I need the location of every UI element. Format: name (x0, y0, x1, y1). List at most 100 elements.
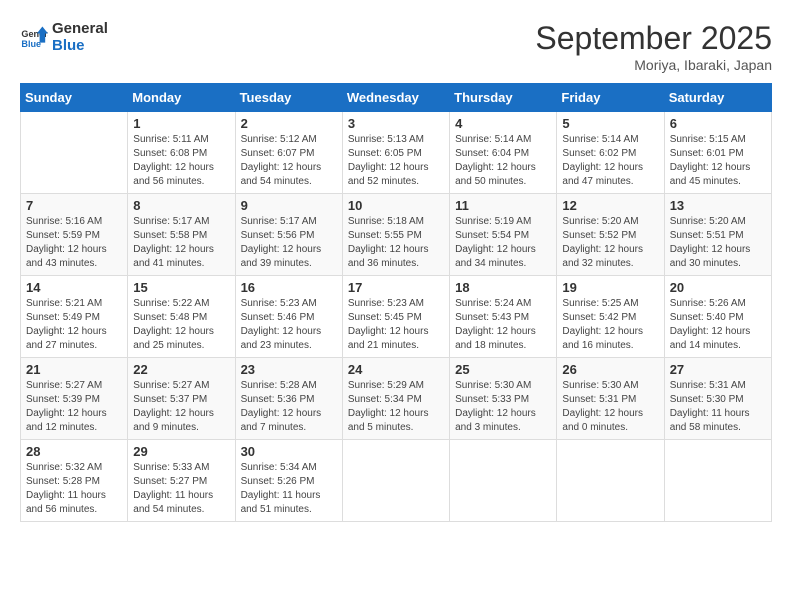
day-info: Sunrise: 5:20 AM Sunset: 5:51 PM Dayligh… (670, 215, 766, 271)
day-number: 20 (670, 280, 766, 295)
day-number: 7 (26, 198, 122, 213)
weekday-header-sunday: Sunday (21, 84, 128, 112)
day-number: 25 (455, 362, 551, 377)
day-number: 30 (241, 444, 337, 459)
calendar-cell: 27 Sunrise: 5:31 AM Sunset: 5:30 PM Dayli… (664, 358, 771, 440)
calendar-cell: 29 Sunrise: 5:33 AM Sunset: 5:27 PM Dayli… (128, 440, 235, 522)
location: Moriya, Ibaraki, Japan (535, 57, 772, 73)
day-number: 26 (562, 362, 658, 377)
calendar-cell: 1Sunrise: 5:11 AM Sunset: 6:08 PM Daylig… (128, 112, 235, 194)
weekday-header-monday: Monday (128, 84, 235, 112)
day-info: Sunrise: 5:13 AM Sunset: 6:05 PM Dayligh… (348, 133, 444, 189)
calendar-cell: 6 Sunrise: 5:15 AM Sunset: 6:01 PM Daylig… (664, 112, 771, 194)
week-row-1: 1Sunrise: 5:11 AM Sunset: 6:08 PM Daylig… (21, 112, 772, 194)
calendar-cell: 25Sunrise: 5:30 AM Sunset: 5:33 PM Dayli… (450, 358, 557, 440)
weekday-header-saturday: Saturday (664, 84, 771, 112)
day-number: 28 (26, 444, 122, 459)
logo-text: GeneralBlue (52, 20, 108, 55)
day-number: 19 (562, 280, 658, 295)
day-number: 8 (133, 198, 229, 213)
day-info: Sunrise: 5:30 AM Sunset: 5:31 PM Dayligh… (562, 379, 658, 435)
calendar-cell: 12 Sunrise: 5:20 AM Sunset: 5:52 PM Dayli… (557, 194, 664, 276)
day-info: Sunrise: 5:20 AM Sunset: 5:52 PM Dayligh… (562, 215, 658, 271)
day-info: Sunrise: 5:22 AM Sunset: 5:48 PM Dayligh… (133, 297, 229, 353)
calendar-cell: 16 Sunrise: 5:23 AM Sunset: 5:46 PM Dayli… (235, 276, 342, 358)
calendar-cell: 18 Sunrise: 5:24 AM Sunset: 5:43 PM Dayli… (450, 276, 557, 358)
day-info: Sunrise: 5:33 AM Sunset: 5:27 PM Dayligh… (133, 461, 229, 517)
calendar-cell: 7 Sunrise: 5:16 AM Sunset: 5:59 PM Daylig… (21, 194, 128, 276)
day-number: 24 (348, 362, 444, 377)
day-number: 15 (133, 280, 229, 295)
day-info: Sunrise: 5:15 AM Sunset: 6:01 PM Dayligh… (670, 133, 766, 189)
calendar-table: SundayMondayTuesdayWednesdayThursdayFrid… (20, 83, 772, 522)
day-info: Sunrise: 5:17 AM Sunset: 5:58 PM Dayligh… (133, 215, 229, 271)
day-number: 14 (26, 280, 122, 295)
calendar-cell: 11Sunrise: 5:19 AM Sunset: 5:54 PM Dayli… (450, 194, 557, 276)
weekday-header-row: SundayMondayTuesdayWednesdayThursdayFrid… (21, 84, 772, 112)
day-info: Sunrise: 5:27 AM Sunset: 5:37 PM Dayligh… (133, 379, 229, 435)
calendar-cell (557, 440, 664, 522)
day-number: 23 (241, 362, 337, 377)
day-info: Sunrise: 5:26 AM Sunset: 5:40 PM Dayligh… (670, 297, 766, 353)
logo-icon: General Blue (20, 23, 48, 51)
calendar-cell (450, 440, 557, 522)
calendar-cell: 2 Sunrise: 5:12 AM Sunset: 6:07 PM Daylig… (235, 112, 342, 194)
day-info: Sunrise: 5:14 AM Sunset: 6:04 PM Dayligh… (455, 133, 551, 189)
day-number: 13 (670, 198, 766, 213)
day-number: 2 (241, 116, 337, 131)
weekday-header-tuesday: Tuesday (235, 84, 342, 112)
day-info: Sunrise: 5:12 AM Sunset: 6:07 PM Dayligh… (241, 133, 337, 189)
calendar-cell: 19 Sunrise: 5:25 AM Sunset: 5:42 PM Dayli… (557, 276, 664, 358)
calendar-cell: 3 Sunrise: 5:13 AM Sunset: 6:05 PM Daylig… (342, 112, 449, 194)
week-row-5: 28 Sunrise: 5:32 AM Sunset: 5:28 PM Dayli… (21, 440, 772, 522)
weekday-header-thursday: Thursday (450, 84, 557, 112)
day-number: 9 (241, 198, 337, 213)
calendar-cell: 8 Sunrise: 5:17 AM Sunset: 5:58 PM Daylig… (128, 194, 235, 276)
day-info: Sunrise: 5:18 AM Sunset: 5:55 PM Dayligh… (348, 215, 444, 271)
day-number: 17 (348, 280, 444, 295)
week-row-2: 7 Sunrise: 5:16 AM Sunset: 5:59 PM Daylig… (21, 194, 772, 276)
logo: General Blue GeneralBlue (20, 20, 108, 55)
calendar-cell (342, 440, 449, 522)
day-info: Sunrise: 5:25 AM Sunset: 5:42 PM Dayligh… (562, 297, 658, 353)
day-number: 29 (133, 444, 229, 459)
calendar-cell: 30Sunrise: 5:34 AM Sunset: 5:26 PM Dayli… (235, 440, 342, 522)
calendar-cell: 26 Sunrise: 5:30 AM Sunset: 5:31 PM Dayli… (557, 358, 664, 440)
day-info: Sunrise: 5:31 AM Sunset: 5:30 PM Dayligh… (670, 379, 766, 435)
day-number: 16 (241, 280, 337, 295)
day-number: 3 (348, 116, 444, 131)
calendar-cell: 4 Sunrise: 5:14 AM Sunset: 6:04 PM Daylig… (450, 112, 557, 194)
calendar-cell: 9Sunrise: 5:17 AM Sunset: 5:56 PM Daylig… (235, 194, 342, 276)
day-number: 6 (670, 116, 766, 131)
calendar-cell (664, 440, 771, 522)
day-info: Sunrise: 5:16 AM Sunset: 5:59 PM Dayligh… (26, 215, 122, 271)
day-info: Sunrise: 5:23 AM Sunset: 5:45 PM Dayligh… (348, 297, 444, 353)
day-info: Sunrise: 5:27 AM Sunset: 5:39 PM Dayligh… (26, 379, 122, 435)
day-number: 1 (133, 116, 229, 131)
calendar-cell: 10 Sunrise: 5:18 AM Sunset: 5:55 PM Dayli… (342, 194, 449, 276)
day-info: Sunrise: 5:23 AM Sunset: 5:46 PM Dayligh… (241, 297, 337, 353)
calendar-cell: 13 Sunrise: 5:20 AM Sunset: 5:51 PM Dayli… (664, 194, 771, 276)
day-number: 4 (455, 116, 551, 131)
day-number: 27 (670, 362, 766, 377)
day-info: Sunrise: 5:32 AM Sunset: 5:28 PM Dayligh… (26, 461, 122, 517)
calendar-cell: 21Sunrise: 5:27 AM Sunset: 5:39 PM Dayli… (21, 358, 128, 440)
day-info: Sunrise: 5:14 AM Sunset: 6:02 PM Dayligh… (562, 133, 658, 189)
calendar-cell (21, 112, 128, 194)
day-number: 12 (562, 198, 658, 213)
svg-text:Blue: Blue (21, 39, 41, 49)
day-number: 10 (348, 198, 444, 213)
page-header: General Blue GeneralBlue September 2025 … (20, 20, 772, 73)
calendar-cell: 24 Sunrise: 5:29 AM Sunset: 5:34 PM Dayli… (342, 358, 449, 440)
calendar-cell: 22 Sunrise: 5:27 AM Sunset: 5:37 PM Dayli… (128, 358, 235, 440)
day-info: Sunrise: 5:29 AM Sunset: 5:34 PM Dayligh… (348, 379, 444, 435)
day-number: 18 (455, 280, 551, 295)
calendar-cell: 17 Sunrise: 5:23 AM Sunset: 5:45 PM Dayli… (342, 276, 449, 358)
calendar-cell: 20 Sunrise: 5:26 AM Sunset: 5:40 PM Dayli… (664, 276, 771, 358)
day-number: 22 (133, 362, 229, 377)
calendar-cell: 5Sunrise: 5:14 AM Sunset: 6:02 PM Daylig… (557, 112, 664, 194)
week-row-3: 14Sunrise: 5:21 AM Sunset: 5:49 PM Dayli… (21, 276, 772, 358)
day-info: Sunrise: 5:24 AM Sunset: 5:43 PM Dayligh… (455, 297, 551, 353)
calendar-cell: 15 Sunrise: 5:22 AM Sunset: 5:48 PM Dayli… (128, 276, 235, 358)
day-info: Sunrise: 5:19 AM Sunset: 5:54 PM Dayligh… (455, 215, 551, 271)
